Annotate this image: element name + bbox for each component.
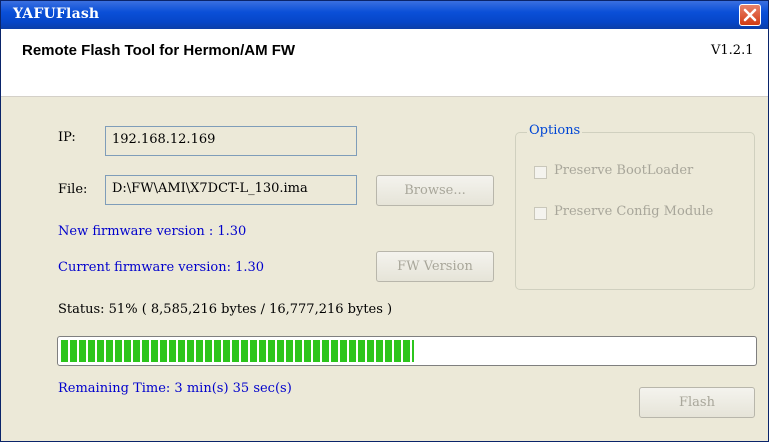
progress-fill <box>61 340 414 362</box>
current-firmware-version: Current firmware version: 1.30 <box>58 260 265 275</box>
new-firmware-version: New firmware version : 1.30 <box>58 224 247 239</box>
options-legend: Options <box>527 123 583 138</box>
file-label: File: <box>58 182 88 197</box>
ip-label: IP: <box>58 130 76 145</box>
preserve-bootloader-label: Preserve BootLoader <box>554 163 694 178</box>
title-bar[interactable]: YAFUFlash <box>1 1 768 29</box>
preserve-config-label: Preserve Config Module <box>554 204 714 219</box>
close-button[interactable] <box>739 4 761 26</box>
window-title: YAFUFlash <box>13 6 100 22</box>
browse-button[interactable]: Browse... <box>376 175 494 206</box>
header-band <box>1 29 768 97</box>
preserve-bootloader-checkbox[interactable] <box>534 166 547 179</box>
fw-version-button[interactable]: FW Version <box>376 251 494 282</box>
yafuflash-window: YAFUFlash Remote Flash Tool for Hermon/A… <box>0 0 769 442</box>
preserve-config-checkbox[interactable] <box>534 207 547 220</box>
remaining-time: Remaining Time: 3 min(s) 35 sec(s) <box>58 381 292 396</box>
status-text: Status: 51% ( 8,585,216 bytes / 16,777,2… <box>58 302 393 317</box>
header-title: Remote Flash Tool for Hermon/AM FW <box>22 42 296 59</box>
close-icon <box>743 8 757 22</box>
file-path-field[interactable]: D:\FW\AMI\X7DCT-L_130.ima <box>105 175 357 205</box>
progress-bar <box>57 336 757 366</box>
version-label: V1.2.1 <box>711 43 754 58</box>
ip-field[interactable]: 192.168.12.169 <box>105 126 357 156</box>
flash-button[interactable]: Flash <box>639 387 755 418</box>
